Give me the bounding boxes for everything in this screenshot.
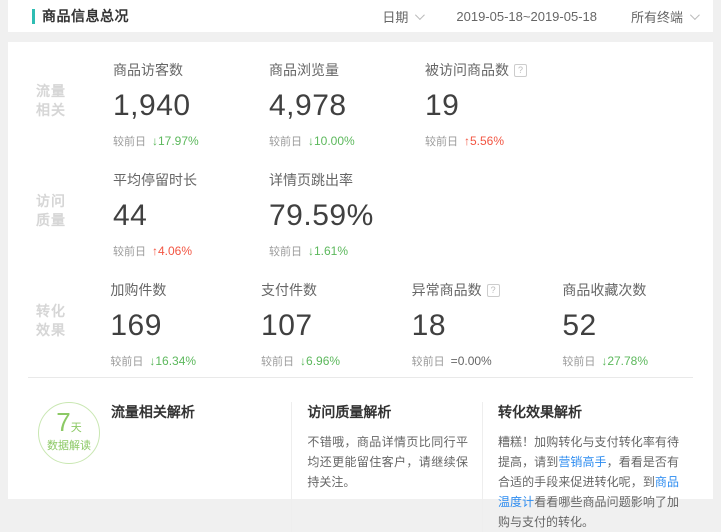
- metric-value: 169: [110, 309, 261, 343]
- metric-value: 4,978: [269, 89, 425, 123]
- change-value: ↑5.56%: [464, 134, 504, 148]
- metric-name: 加购件数: [110, 280, 166, 300]
- compare-label: 较前日: [425, 133, 458, 149]
- chevron-down-icon: [690, 10, 700, 20]
- insight-body: 糟糕！加购转化与支付转化率有待提高，请到营销高手，看看是否有合适的手段来促进转化…: [498, 432, 679, 532]
- metric-avg-stay-duration: 平均停留时长 44 较前日 ↑4.06%: [113, 170, 269, 262]
- compare-label: 较前日: [110, 353, 143, 369]
- change-value: ↓6.96%: [300, 354, 340, 368]
- metric-name: 商品访客数: [113, 60, 183, 80]
- date-mode-dropdown[interactable]: 日期: [382, 7, 422, 26]
- metric-product-favorites: 商品收藏次数 52 较前日 ↓27.78%: [562, 280, 713, 372]
- compare-label: 较前日: [269, 243, 302, 259]
- metric-abnormal-products: 异常商品数 ? 18 较前日 =0.00%: [412, 280, 563, 372]
- equals-icon: =: [451, 354, 458, 368]
- insight-visit-quality: 访问质量解析 不错哦，商品详情页比同行平均还更能留住客户，请继续保持关注。: [291, 402, 482, 532]
- overview-card: 流量 相关 商品访客数 1,940 较前日 ↓17.97% 商品浏览量 4,97…: [8, 42, 713, 499]
- date-range-picker[interactable]: 2019-05-18~2019-05-18: [456, 9, 597, 24]
- help-icon[interactable]: ?: [514, 64, 527, 77]
- insight-body: 不错哦，商品详情页比同行平均还更能留住客户，请继续保持关注。: [307, 432, 468, 492]
- metrics-row-conversion: 转化 效果 加购件数 169 较前日 ↓16.34% 支付件数 107 较前日 …: [8, 262, 713, 372]
- metrics-row-visit-quality: 访问 质量 平均停留时长 44 较前日 ↑4.06% 详情页跳出率 79.59%…: [8, 152, 713, 262]
- insight-traffic: 流量相关解析: [111, 402, 291, 532]
- change-value: =0.00%: [451, 354, 492, 368]
- section-label-line: 访问: [36, 192, 113, 211]
- metric-name: 支付件数: [261, 280, 317, 300]
- insight-title: 流量相关解析: [111, 402, 277, 422]
- metric-product-pageviews: 商品浏览量 4,978 较前日 ↓10.00%: [269, 60, 425, 152]
- change-value: ↓16.34%: [149, 354, 196, 368]
- seven-day-badge: 7天 数据解读: [38, 402, 100, 464]
- header-bar: 商品信息总况 日期 2019-05-18~2019-05-18 所有终端: [8, 0, 713, 32]
- compare-label: 较前日: [269, 133, 302, 149]
- metric-value: 19: [425, 89, 581, 123]
- change-value: ↓17.97%: [152, 134, 199, 148]
- metric-value: 52: [562, 309, 713, 343]
- metric-name: 商品浏览量: [269, 60, 339, 80]
- badge-unit: 天: [71, 422, 82, 434]
- badge-number: 7: [56, 409, 70, 435]
- metrics-row-traffic: 流量 相关 商品访客数 1,940 较前日 ↓17.97% 商品浏览量 4,97…: [8, 42, 713, 152]
- metric-name: 详情页跳出率: [269, 170, 353, 190]
- metric-paid-items: 支付件数 107 较前日 ↓6.96%: [261, 280, 412, 372]
- insight-title: 转化效果解析: [498, 402, 679, 422]
- section-label-line: 质量: [36, 211, 113, 230]
- change-value: ↑4.06%: [152, 244, 192, 258]
- terminal-filter-label: 所有终端: [631, 7, 683, 26]
- compare-label: 较前日: [562, 353, 595, 369]
- title-accent-bar: [32, 9, 35, 24]
- badge-wrap: 7天 数据解读: [36, 402, 111, 532]
- metric-name: 商品收藏次数: [562, 280, 646, 300]
- date-mode-label: 日期: [382, 7, 408, 26]
- terminal-filter-dropdown[interactable]: 所有终端: [631, 7, 697, 26]
- section-label-visit-quality: 访问 质量: [36, 170, 113, 262]
- section-label-line: 效果: [36, 321, 110, 340]
- section-label-line: 流量: [36, 82, 113, 101]
- change-value: ↓27.78%: [601, 354, 648, 368]
- metric-name: 被访问商品数: [425, 60, 509, 80]
- metric-name: 异常商品数: [412, 280, 482, 300]
- compare-label: 较前日: [113, 243, 146, 259]
- metric-detail-bounce-rate: 详情页跳出率 79.59% 较前日 ↓1.61%: [269, 170, 425, 262]
- badge-subtitle: 数据解读: [39, 437, 99, 453]
- metric-value: 79.59%: [269, 199, 425, 233]
- compare-label: 较前日: [113, 133, 146, 149]
- metric-product-visitors: 商品访客数 1,940 较前日 ↓17.97%: [113, 60, 269, 152]
- metric-value: 44: [113, 199, 269, 233]
- insights-section: 7天 数据解读 流量相关解析 访问质量解析 不错哦，商品详情页比同行平均还更能留…: [28, 377, 693, 532]
- insight-title: 访问质量解析: [307, 402, 468, 422]
- section-label-line: 相关: [36, 101, 113, 120]
- compare-label: 较前日: [261, 353, 294, 369]
- section-label-conversion: 转化 效果: [36, 280, 110, 372]
- section-label-line: 转化: [36, 302, 110, 321]
- section-label-traffic: 流量 相关: [36, 60, 113, 152]
- metric-value: 18: [412, 309, 563, 343]
- compare-label: 较前日: [412, 353, 445, 369]
- insight-conversion: 转化效果解析 糟糕！加购转化与支付转化率有待提高，请到营销高手，看看是否有合适的…: [482, 402, 693, 532]
- chevron-down-icon: [415, 10, 425, 20]
- metric-value: 107: [261, 309, 412, 343]
- metric-value: 1,940: [113, 89, 269, 123]
- page-frame: 商品信息总况 日期 2019-05-18~2019-05-18 所有终端 流量 …: [8, 0, 713, 499]
- change-value: ↓1.61%: [308, 244, 348, 258]
- header-controls: 日期 2019-05-18~2019-05-18 所有终端: [382, 7, 697, 26]
- metric-add-to-cart: 加购件数 169 较前日 ↓16.34%: [110, 280, 261, 372]
- title-wrap: 商品信息总况: [32, 6, 129, 26]
- metric-name: 平均停留时长: [113, 170, 197, 190]
- change-value: ↓10.00%: [308, 134, 355, 148]
- marketing-master-link[interactable]: 营销高手: [558, 455, 606, 469]
- page-title: 商品信息总况: [42, 6, 129, 26]
- metric-visited-products: 被访问商品数 ? 19 较前日 ↑5.56%: [425, 60, 581, 152]
- help-icon[interactable]: ?: [487, 284, 500, 297]
